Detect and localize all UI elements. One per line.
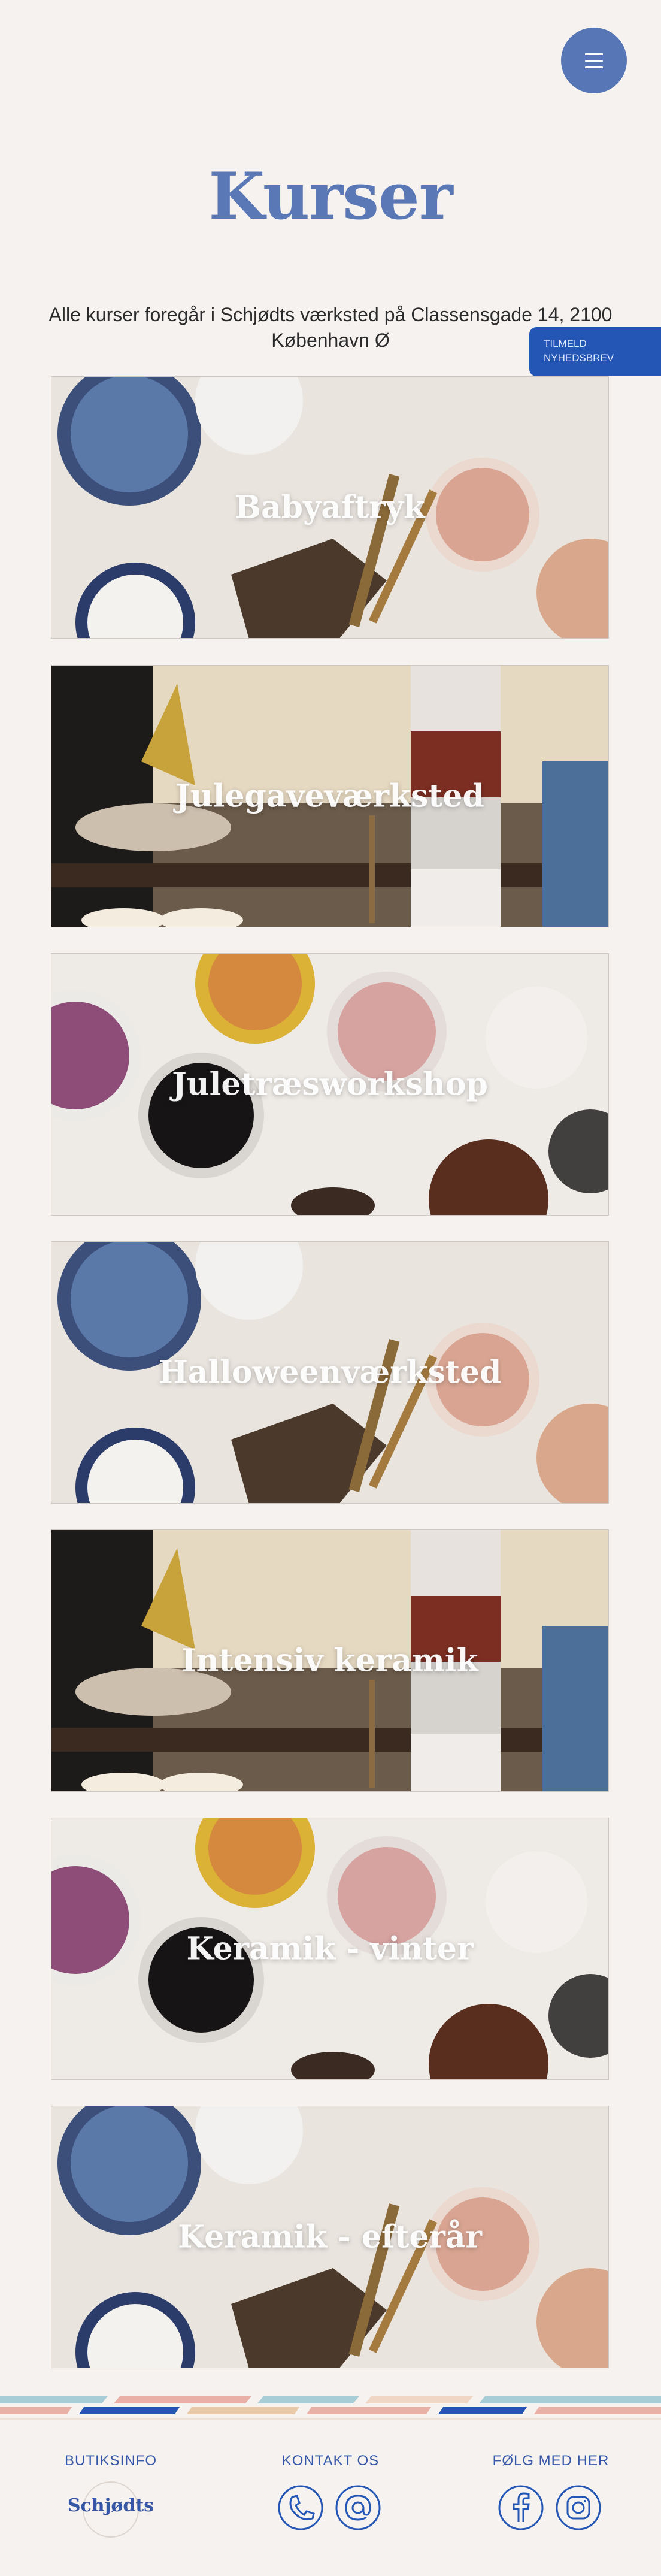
newsletter-label-line2: NYHEDSBREV — [544, 352, 614, 364]
phone-icon[interactable] — [277, 2484, 325, 2532]
newsletter-signup-button[interactable]: TILMELD NYHEDSBREV — [529, 327, 661, 376]
logo-text: Schjødts — [67, 2495, 154, 2516]
newsletter-label-line1: TILMELD — [544, 338, 587, 349]
course-title: Keramik - efterår — [178, 2218, 482, 2255]
instagram-icon[interactable] — [554, 2484, 602, 2532]
footer-contact: KONTAKT OS — [271, 2453, 390, 2469]
course-card-keramik-efteraar[interactable]: Keramik - efterår — [51, 2106, 609, 2368]
course-title: Keramik - vinter — [186, 1930, 474, 1967]
course-title: Julegaveværksted — [175, 778, 484, 815]
schjodts-logo[interactable]: Schjødts — [57, 2478, 165, 2538]
course-title: Halloweenværksted — [158, 1354, 502, 1391]
footer-shop-info: BUTIKSINFO — [51, 2453, 171, 2469]
course-card-babyaftryk[interactable]: Babyaftryk — [51, 376, 609, 639]
at-sign-icon[interactable] — [334, 2484, 382, 2532]
menu-button[interactable] — [561, 28, 627, 93]
course-card-intensiv-keramik[interactable]: Intensiv keramik — [51, 1529, 609, 1792]
footer-follow: FØLG MED HER — [485, 2453, 617, 2469]
course-title: Babyaftryk — [235, 489, 425, 526]
course-title: Juletræsworkshop — [172, 1066, 488, 1103]
hamburger-menu-icon — [585, 53, 603, 68]
footer-contact-link[interactable]: KONTAKT OS — [271, 2453, 390, 2469]
facebook-icon[interactable] — [497, 2484, 545, 2532]
footer-decorative-stripes — [0, 2396, 661, 2420]
footer-follow-label: FØLG MED HER — [492, 2453, 610, 2469]
course-card-julegavevaerksted[interactable]: Julegaveværksted — [51, 665, 609, 927]
footer-shop-info-link[interactable]: BUTIKSINFO — [51, 2453, 171, 2469]
course-card-juletraesworkshop[interactable]: Juletræsworkshop — [51, 953, 609, 1216]
course-title: Intensiv keramik — [181, 1642, 478, 1679]
course-card-keramik-vinter[interactable]: Keramik - vinter — [51, 1818, 609, 2080]
course-card-halloweenvaerksted[interactable]: Halloweenværksted — [51, 1241, 609, 1504]
page-title: Kurser — [208, 159, 453, 234]
